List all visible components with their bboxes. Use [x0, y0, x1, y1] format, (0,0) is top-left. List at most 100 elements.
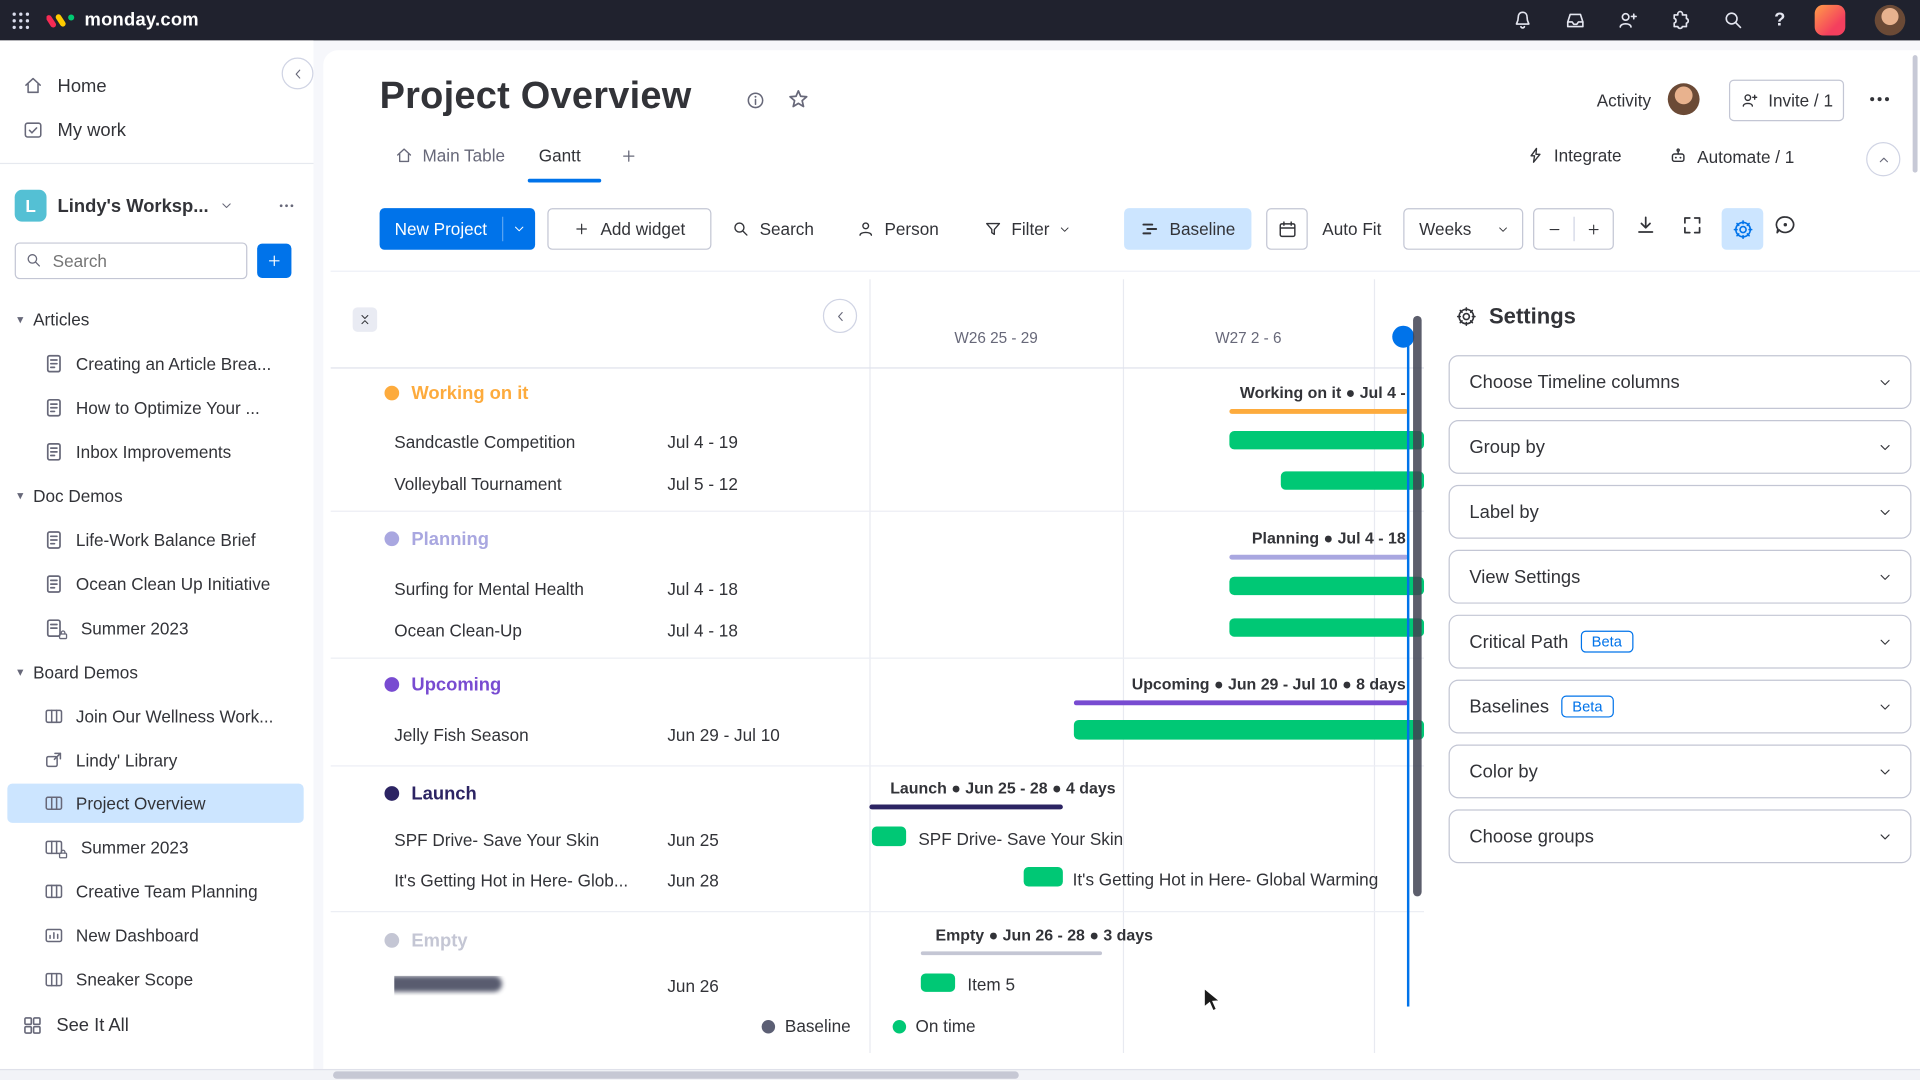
workspace-switcher[interactable]: L Lindy's Worksp... [0, 186, 313, 225]
gantt-group-header[interactable]: Empty [331, 927, 468, 954]
settings-section-group-by[interactable]: Group by [1449, 420, 1912, 474]
new-project-dropdown-icon[interactable] [503, 222, 535, 237]
settings-section-color-by[interactable]: Color by [1449, 744, 1912, 798]
watch-eye-icon[interactable] [1773, 213, 1797, 237]
gantt-bar-volleyball-tournament[interactable] [1281, 471, 1424, 489]
view-settings-gear-button[interactable] [1722, 208, 1764, 250]
gantt-row[interactable]: Jelly Fish Season Jun 29 - Jul 10 [331, 714, 870, 756]
baseline-toggle-button[interactable]: Baseline [1124, 208, 1251, 250]
calendar-button[interactable] [1266, 208, 1308, 250]
sidebar-doc-item[interactable]: Inbox Improvements [0, 432, 313, 471]
horizontal-scrollbar-thumb[interactable] [333, 1071, 1019, 1078]
product-avatar[interactable] [1815, 5, 1846, 36]
help-icon[interactable]: ? [1774, 10, 1785, 31]
search-button[interactable]: Search [724, 208, 822, 250]
settings-section-choose-groups[interactable]: Choose groups [1449, 809, 1912, 863]
sidebar-item-my-work[interactable]: My work [0, 110, 313, 149]
gantt-row[interactable]: Ocean Clean-Up Jul 4 - 18 [331, 610, 870, 652]
sidebar-collapse-button[interactable] [282, 58, 314, 90]
sidebar-board-item[interactable]: Join Our Wellness Work... [0, 697, 313, 736]
gantt-bar-surfing-for-mental-health[interactable] [1229, 577, 1424, 595]
invite-button[interactable]: Invite / 1 [1729, 80, 1844, 122]
sidebar-search-input[interactable] [15, 242, 248, 279]
filter-label: Filter [1011, 219, 1049, 239]
gantt-row[interactable]: Surfing for Mental Health Jul 4 - 18 [331, 568, 870, 610]
gantt-bar-sandcastle-competition[interactable] [1229, 431, 1424, 449]
fullscreen-icon[interactable] [1680, 213, 1704, 237]
gantt-bar-its-getting-hot[interactable] [1024, 867, 1063, 887]
gantt-row[interactable]: Volleyball Tournament Jul 5 - 12 [331, 463, 870, 505]
collapse-header-button[interactable] [1866, 142, 1900, 176]
zoom-level-select[interactable]: Weeks [1403, 208, 1523, 250]
user-avatar[interactable] [1875, 5, 1906, 36]
zoom-out-button[interactable] [1534, 209, 1573, 248]
sidebar-doc-item-locked[interactable]: Summer 2023 [0, 609, 313, 648]
marketplace-puzzle-icon[interactable] [1669, 9, 1692, 32]
inbox-icon[interactable] [1563, 9, 1586, 32]
invite-members-icon[interactable] [1616, 9, 1639, 32]
gantt-bar-ocean-clean-up[interactable] [1229, 618, 1424, 636]
activity-label[interactable]: Activity [1597, 91, 1651, 111]
favorite-star-icon[interactable] [786, 87, 810, 111]
sidebar-board-item[interactable]: Sneaker Scope [0, 960, 313, 999]
sidebar-doc-item[interactable]: Life-Work Balance Brief [0, 520, 313, 559]
activity-avatar[interactable] [1668, 83, 1700, 115]
auto-fit-button[interactable]: Auto Fit [1313, 208, 1391, 250]
monday-logo[interactable]: monday.com [47, 10, 199, 31]
sidebar-group-board-demos[interactable]: ▾ Board Demos [0, 653, 313, 692]
sidebar-group-articles[interactable]: ▾ Articles [0, 300, 313, 339]
sidebar-board-item-locked[interactable]: Summer 2023 [0, 828, 313, 867]
gantt-group-header[interactable]: Working on it [331, 380, 529, 407]
add-widget-button[interactable]: Add widget [547, 208, 711, 250]
tab-main-table[interactable]: Main Table [394, 146, 505, 166]
new-project-button[interactable]: New Project [380, 208, 536, 250]
notifications-icon[interactable] [1511, 9, 1534, 32]
add-view-tab-icon[interactable] [620, 147, 638, 165]
gantt-bar-spf-drive[interactable] [872, 827, 906, 847]
gantt-row[interactable]: It's Getting Hot in Here- Glob... Jun 28 [331, 860, 870, 902]
gantt-row[interactable]: SPF Drive- Save Your Skin Jun 25 [331, 819, 870, 861]
gantt-bar-jelly-fish-season[interactable] [1074, 720, 1424, 740]
sidebar-doc-item[interactable]: Creating an Article Brea... [0, 344, 313, 383]
filter-button[interactable]: Filter [966, 208, 1088, 250]
info-icon[interactable] [744, 89, 766, 111]
gantt-row[interactable]: Sandcastle Competition Jul 4 - 19 [331, 421, 870, 463]
sidebar-board-item[interactable]: Creative Team Planning [0, 872, 313, 911]
automate-button[interactable]: Automate / 1 [1668, 146, 1795, 167]
collapse-table-button[interactable] [823, 299, 857, 333]
person-filter-button[interactable]: Person [844, 208, 952, 250]
page-vertical-scrollbar[interactable] [1913, 55, 1918, 173]
settings-section-view-settings[interactable]: View Settings [1449, 550, 1912, 604]
sidebar-doc-item[interactable]: How to Optimize Your ... [0, 388, 313, 427]
settings-section-label-by[interactable]: Label by [1449, 485, 1912, 539]
task-dates: Jun 25 [667, 830, 718, 850]
gantt-group-header[interactable]: Planning [331, 525, 489, 552]
sidebar-dashboard-item[interactable]: New Dashboard [0, 916, 313, 955]
sidebar-item-see-it-all[interactable]: See It All [0, 1005, 313, 1044]
gantt-group-header[interactable]: Launch [331, 780, 477, 807]
horizontal-scrollbar-track[interactable] [0, 1069, 1920, 1080]
sidebar-group-doc-demos[interactable]: ▾ Doc Demos [0, 476, 313, 515]
settings-section-baselines[interactable]: Baselines Beta [1449, 680, 1912, 734]
settings-section-timeline-columns[interactable]: Choose Timeline columns [1449, 355, 1912, 409]
export-download-icon[interactable] [1633, 213, 1657, 237]
sidebar-item-project-overview[interactable]: Project Overview [7, 784, 303, 823]
sidebar-board-item-shortcut[interactable]: Lindy' Library [0, 741, 313, 780]
settings-section-critical-path[interactable]: Critical Path Beta [1449, 615, 1912, 669]
gantt-vertical-scrollbar[interactable] [1413, 316, 1422, 896]
search-icon[interactable] [1721, 9, 1744, 32]
zoom-in-button[interactable] [1575, 209, 1613, 248]
workspace-menu-icon[interactable] [277, 196, 297, 216]
collapse-groups-button[interactable] [353, 307, 377, 331]
sidebar-doc-item[interactable]: Ocean Clean Up Initiative [0, 564, 313, 603]
sidebar-add-button[interactable] [257, 244, 291, 278]
sidebar-item-home[interactable]: Home [0, 66, 313, 105]
tab-gantt[interactable]: Gantt [539, 146, 581, 166]
gantt-group-header[interactable]: Upcoming [331, 671, 502, 698]
board-menu-icon[interactable] [1866, 86, 1893, 113]
integrate-button[interactable]: Integrate [1526, 146, 1622, 166]
today-marker-dot[interactable] [1392, 326, 1414, 348]
apps-grid-icon[interactable] [10, 9, 32, 31]
gantt-bar-item-5[interactable] [921, 973, 955, 991]
gantt-row[interactable]: Jun 26 [331, 965, 870, 1007]
